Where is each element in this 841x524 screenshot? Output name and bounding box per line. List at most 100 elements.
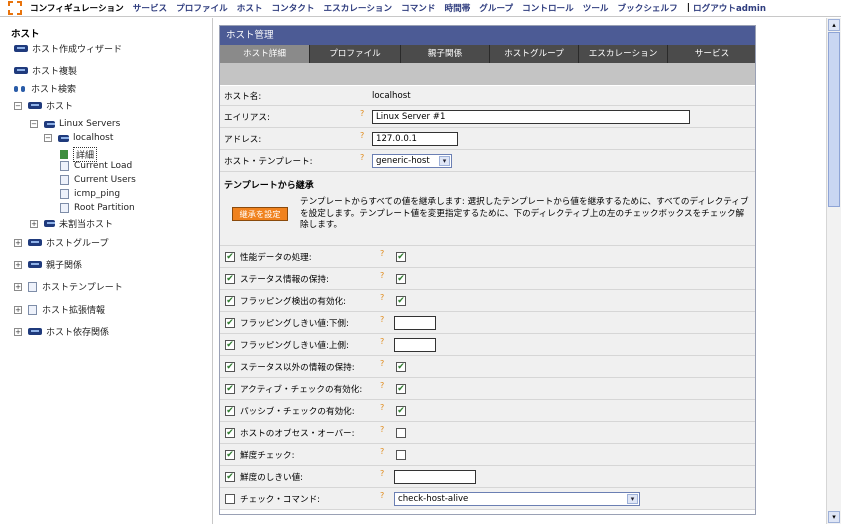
sidebar-item-hosts[interactable]: − ホスト [14, 99, 73, 112]
value-checkbox[interactable]: ✔ [396, 251, 406, 262]
help-icon[interactable]: ? [380, 381, 384, 390]
help-icon[interactable]: ? [380, 293, 384, 302]
directive-row: ✔ ステータス以外の情報の保持: ? ✔ [220, 356, 755, 378]
help-icon[interactable]: ? [380, 469, 384, 478]
freshness-threshold-input[interactable] [394, 470, 476, 484]
expand-icon[interactable]: + [14, 327, 22, 336]
sidebar-item-service[interactable]: Root Partition [60, 203, 135, 213]
tab-services[interactable]: サービス [668, 45, 755, 63]
sidebar-item-hostgroups[interactable]: + ホストグループ [14, 236, 108, 249]
nav-services[interactable]: サービス [133, 2, 167, 14]
value-checkbox[interactable]: ✔ [396, 361, 406, 372]
nav-bookshelf[interactable]: ブックシェルフ [618, 2, 678, 14]
help-icon[interactable]: ? [380, 315, 384, 324]
inherit-checkbox[interactable]: ✔ [225, 339, 235, 350]
expand-icon[interactable]: + [14, 282, 22, 291]
inherit-checkbox[interactable]: ✔ [225, 471, 235, 482]
scroll-down-icon[interactable]: ▾ [828, 511, 840, 523]
help-icon[interactable]: ? [380, 491, 384, 500]
nav-tools[interactable]: ツール [583, 2, 609, 14]
expand-icon[interactable]: + [14, 305, 22, 314]
sidebar-item-service[interactable]: Current Load [60, 161, 132, 171]
template-select[interactable]: generic-host ▾ [372, 154, 452, 168]
collapse-icon[interactable]: − [14, 101, 22, 110]
check-command-select[interactable]: check-host-alive ▾ [394, 492, 640, 506]
tab-escalations[interactable]: エスカレーション [579, 45, 668, 63]
help-icon[interactable]: ? [380, 425, 384, 434]
host-icon [28, 102, 42, 109]
sidebar-item-parents[interactable]: + 親子関係 [14, 258, 82, 271]
inherit-checkbox[interactable]: ✔ [225, 405, 235, 416]
inherit-checkbox[interactable]: ✔ [225, 273, 235, 284]
sidebar-item-extinfo[interactable]: + ホスト拡張情報 [14, 303, 105, 316]
nav-contacts[interactable]: コンタクト [272, 2, 315, 14]
tab-host-detail[interactable]: ホスト詳細 [220, 45, 310, 63]
scroll-thumb[interactable] [828, 32, 840, 207]
sidebar-item-linux-servers[interactable]: − Linux Servers [30, 119, 120, 129]
alias-input[interactable]: Linux Server #1 [372, 110, 690, 124]
logout-link[interactable]: ログアウトadmin [693, 2, 766, 14]
tab-profile[interactable]: プロファイル [310, 45, 401, 63]
sidebar-item-service[interactable]: Current Users [60, 175, 136, 185]
flap-high-input[interactable] [394, 338, 436, 352]
sidebar-item-wizard[interactable]: ホスト作成ウィザード [14, 42, 122, 55]
value-checkbox[interactable]: ✔ [396, 295, 406, 306]
value-checkbox[interactable] [396, 449, 406, 460]
inherit-checkbox[interactable] [225, 493, 235, 504]
dropdown-arrow-icon[interactable]: ▾ [439, 156, 450, 166]
collapse-icon[interactable]: − [44, 134, 52, 142]
inherit-checkbox[interactable]: ✔ [225, 383, 235, 394]
sidebar-item-templates[interactable]: + ホストテンプレート [14, 280, 123, 293]
expand-icon[interactable]: + [14, 238, 22, 247]
expand-icon[interactable]: + [14, 260, 22, 269]
nav-configuration[interactable]: コンフィギュレーション [30, 2, 124, 14]
tab-hostgroups[interactable]: ホストグループ [490, 45, 579, 63]
help-icon[interactable]: ? [380, 403, 384, 412]
value-checkbox[interactable]: ✔ [396, 405, 406, 416]
inherit-checkbox[interactable]: ✔ [225, 449, 235, 460]
sidebar-item-localhost[interactable]: − localhost [44, 133, 113, 143]
sidebar-item-dependencies[interactable]: + ホスト依存関係 [14, 325, 109, 338]
help-icon[interactable]: ? [380, 249, 384, 258]
nav-profiles[interactable]: プロファイル [176, 2, 228, 14]
inherit-checkbox[interactable]: ✔ [225, 361, 235, 372]
nav-commands[interactable]: コマンド [401, 2, 435, 14]
inherit-checkbox[interactable]: ✔ [225, 427, 235, 438]
value-checkbox[interactable]: ✔ [396, 383, 406, 394]
nav-control[interactable]: コントロール [522, 2, 574, 14]
nav-time-periods[interactable]: 時間帯 [445, 2, 471, 14]
sidebar-item-clone[interactable]: ホスト複製 [14, 64, 77, 77]
nav-hosts[interactable]: ホスト [237, 2, 263, 14]
inherit-checkbox[interactable]: ✔ [225, 317, 235, 328]
directive-row: ✔ 性能データの処理: ? ✔ [220, 246, 755, 268]
help-icon[interactable]: ? [380, 359, 384, 368]
directive-row: ✔ パッシブ・チェックの有効化: ? ✔ [220, 400, 755, 422]
tab-parents[interactable]: 親子関係 [401, 45, 490, 63]
address-input[interactable]: 127.0.0.1 [372, 132, 458, 146]
scroll-up-icon[interactable]: ▴ [828, 19, 840, 31]
sidebar-item-service[interactable]: icmp_ping [60, 189, 120, 199]
collapse-icon[interactable]: − [30, 120, 38, 128]
help-icon[interactable]: ? [380, 337, 384, 346]
inherit-checkbox[interactable]: ✔ [225, 251, 235, 262]
value-checkbox[interactable] [396, 427, 406, 438]
sidebar-item-search[interactable]: ホスト検索 [14, 82, 76, 95]
nav-groups[interactable]: グループ [479, 2, 513, 14]
nav-escalations[interactable]: エスカレーション [324, 2, 393, 14]
sidebar-item-detail[interactable]: 詳細 [60, 147, 98, 162]
help-icon[interactable]: ? [380, 447, 384, 456]
page-scrollbar[interactable]: ▴ ▾ [826, 18, 841, 524]
address-label: アドレス: [224, 134, 262, 145]
value-checkbox[interactable]: ✔ [396, 273, 406, 284]
inherit-checkbox[interactable]: ✔ [225, 295, 235, 306]
expand-icon[interactable]: + [30, 219, 38, 228]
help-icon[interactable]: ? [360, 131, 364, 140]
flap-low-input[interactable] [394, 316, 436, 330]
inherit-button[interactable]: 継承を設定 [232, 207, 288, 221]
sidebar-item-unassigned[interactable]: + 未割当ホスト [30, 217, 113, 230]
help-icon[interactable]: ? [360, 109, 364, 118]
directive-row: チェック・コマンド: ? check-host-alive ▾ [220, 488, 755, 510]
help-icon[interactable]: ? [360, 153, 364, 162]
help-icon[interactable]: ? [380, 271, 384, 280]
dropdown-arrow-icon[interactable]: ▾ [627, 494, 638, 504]
